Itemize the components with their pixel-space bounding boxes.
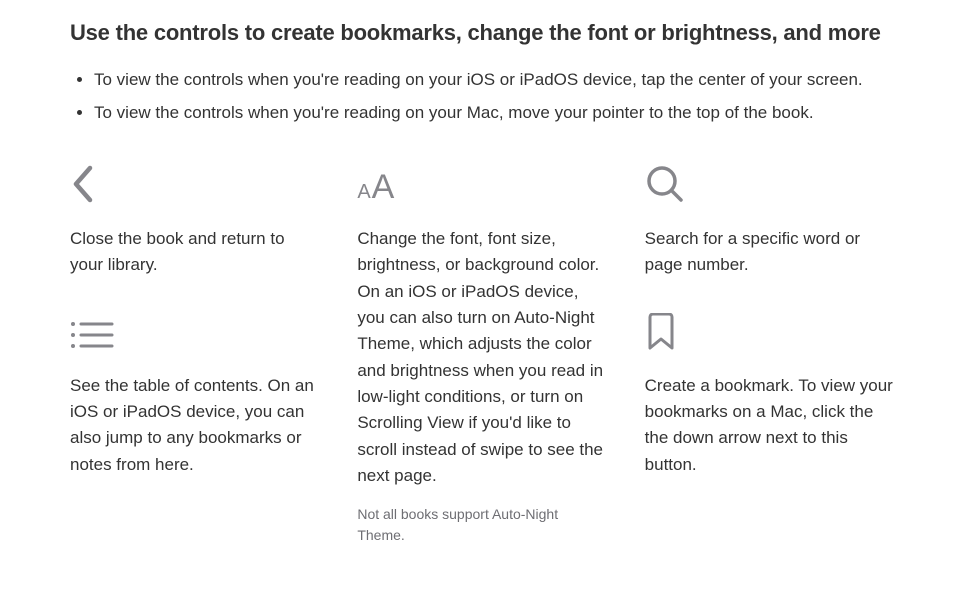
left-column: Close the book and return to your librar… [70, 162, 321, 575]
list-icon [70, 309, 321, 351]
control-desc: Create a bookmark. To view your bookmark… [645, 373, 896, 478]
instruction-item: To view the controls when you're reading… [94, 66, 896, 93]
control-desc: Search for a specific word or page numbe… [645, 226, 896, 279]
control-desc: Close the book and return to your librar… [70, 226, 321, 279]
controls-columns: Close the book and return to your librar… [70, 162, 896, 575]
control-block-search: Search for a specific word or page numbe… [645, 162, 896, 279]
font-size-icon: AA [357, 162, 608, 204]
right-column: Search for a specific word or page numbe… [645, 162, 896, 575]
control-desc: See the table of contents. On an iOS or … [70, 373, 321, 478]
bookmark-icon [645, 309, 896, 351]
control-block-font: AA Change the font, font size, brightnes… [357, 162, 608, 545]
instruction-item: To view the controls when you're reading… [94, 99, 896, 126]
control-note: Not all books support Auto-Night Theme. [357, 504, 608, 546]
control-desc: Change the font, font size, brightness, … [357, 226, 608, 489]
middle-column: AA Change the font, font size, brightnes… [357, 162, 608, 575]
control-block-bookmark: Create a bookmark. To view your bookmark… [645, 309, 896, 478]
page-heading: Use the controls to create bookmarks, ch… [70, 18, 896, 48]
search-icon [645, 162, 896, 204]
instruction-list: To view the controls when you're reading… [70, 66, 896, 126]
chevron-left-icon [70, 162, 321, 204]
control-block-close: Close the book and return to your librar… [70, 162, 321, 279]
control-block-toc: See the table of contents. On an iOS or … [70, 309, 321, 478]
